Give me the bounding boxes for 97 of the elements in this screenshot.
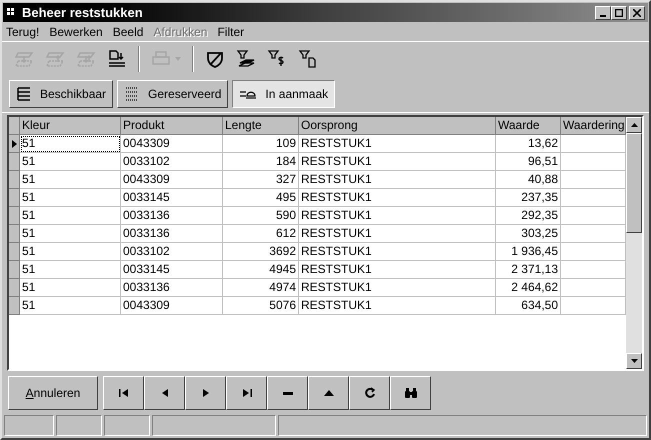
table-cell: 0033102: [121, 153, 223, 171]
table-cell: 51: [20, 225, 121, 243]
navigator-button[interactable]: [390, 376, 431, 410]
close-icon: [633, 8, 641, 16]
row-indicator[interactable]: [9, 135, 20, 153]
table-cell: 0033136: [121, 279, 223, 297]
column-header[interactable]: Waardering: [561, 117, 626, 135]
minus-icon: [282, 392, 292, 394]
column-header[interactable]: Produkt: [121, 117, 223, 135]
current-row-icon: [12, 140, 16, 148]
table-cell: 634,50: [496, 297, 561, 315]
table-cell: 184: [223, 153, 299, 171]
table-cell: 109: [223, 135, 299, 153]
navigator-button[interactable]: [185, 376, 226, 410]
table-cell: RESTSTUK1: [299, 207, 496, 225]
maximize-button[interactable]: [611, 6, 627, 20]
menu-item[interactable]: Beeld: [112, 22, 144, 40]
table-cell: 40,88: [496, 171, 561, 189]
navigator-button[interactable]: [226, 376, 267, 410]
column-header[interactable]: Kleur: [20, 117, 121, 135]
table-cell: 0043309: [121, 297, 223, 315]
table-cell: 51: [20, 243, 121, 261]
scrollbar[interactable]: [626, 117, 642, 369]
table-cell: RESTSTUK1: [299, 189, 496, 207]
table-cell: 590: [223, 207, 299, 225]
table-cell: 0043309: [121, 135, 223, 153]
menu-item[interactable]: Bewerken: [49, 22, 103, 40]
document-transfer-icon: [107, 48, 127, 68]
table-cell: 0033102: [121, 243, 223, 261]
navigator-button[interactable]: [103, 376, 144, 410]
menu-item[interactable]: Terug!: [6, 22, 40, 40]
table-cell: 51: [20, 207, 121, 225]
table-cell: RESTSTUK1: [299, 225, 496, 243]
filter-button[interactable]: Beschikbaar: [9, 80, 114, 108]
table-cell: 2 371,13: [496, 261, 561, 279]
table-cell: RESTSTUK1: [299, 153, 496, 171]
table-cell: 1 936,45: [496, 243, 561, 261]
table-cell: 292,35: [496, 207, 561, 225]
navigator-button[interactable]: [308, 376, 349, 410]
table-cell: 612: [223, 225, 299, 243]
navigator-button[interactable]: [144, 376, 185, 410]
binoculars-icon: [402, 385, 418, 401]
table-cell: 51: [20, 189, 121, 207]
table-cell: 2 464,62: [496, 279, 561, 297]
up-arrow-icon: [630, 123, 638, 127]
filter-button[interactable]: Gereserveerd: [117, 80, 228, 108]
column-header[interactable]: Lengte: [223, 117, 299, 135]
minimize-icon: [600, 14, 606, 16]
table-cell: 51: [20, 279, 121, 297]
table-cell: 495: [223, 189, 299, 207]
filter-button[interactable]: In aanmaak: [232, 80, 336, 108]
status-bar-panel: [104, 415, 150, 436]
table-cell: RESTSTUK1: [299, 279, 496, 297]
scroll-down-button[interactable]: [626, 353, 642, 369]
table-cell: 0033145: [121, 261, 223, 279]
scroll-up-button[interactable]: [626, 117, 642, 133]
status-bar-panel: [4, 415, 54, 436]
table-cell: 237,35: [496, 189, 561, 207]
close-button[interactable]: [629, 6, 645, 20]
menu-item[interactable]: Filter: [217, 22, 244, 40]
table-cell: 0033136: [121, 225, 223, 243]
table-cell: 96,51: [496, 153, 561, 171]
down-arrow-icon: [630, 359, 638, 363]
status-bar-panel: [56, 415, 102, 436]
table-cell: 51: [20, 297, 121, 315]
table-cell: 0033145: [121, 189, 223, 207]
table-cell: RESTSTUK1: [299, 243, 496, 261]
table-cell: 5076: [223, 297, 299, 315]
table-cell: 0033136: [121, 207, 223, 225]
table-cell: 51: [20, 261, 121, 279]
scroll-thumb[interactable]: [626, 133, 642, 233]
table-cell: 327: [223, 171, 299, 189]
minimize-button[interactable]: [595, 6, 611, 20]
maximize-icon: [615, 8, 623, 16]
table-cell: RESTSTUK1: [299, 297, 496, 315]
navigator-button[interactable]: [349, 376, 390, 410]
table-cell: 13,62: [496, 135, 561, 153]
table-cell: 3692: [223, 243, 299, 261]
table-cell: RESTSTUK1: [299, 171, 496, 189]
table-cell: 4945: [223, 261, 299, 279]
column-header[interactable]: Oorsprong: [299, 117, 496, 135]
table-cell: RESTSTUK1: [299, 261, 496, 279]
window-title: Beheer reststukken: [22, 4, 143, 22]
header-corner: [9, 117, 20, 135]
table-cell: 4974: [223, 279, 299, 297]
cancel-button[interactable]: Annuleren: [8, 376, 98, 410]
table-cell: 51: [20, 135, 121, 153]
table-cell: RESTSTUK1: [299, 135, 496, 153]
filter-page-icon: [298, 48, 318, 68]
filter-stack-icon: [236, 48, 256, 68]
table-cell: 0043309: [121, 171, 223, 189]
table-cell: 303,25: [496, 225, 561, 243]
lines-icon: [16, 86, 32, 102]
column-header[interactable]: Waarde: [496, 117, 561, 135]
navigator-button[interactable]: [267, 376, 308, 410]
table-cell: 51: [20, 153, 121, 171]
table-cell: 51: [20, 171, 121, 189]
